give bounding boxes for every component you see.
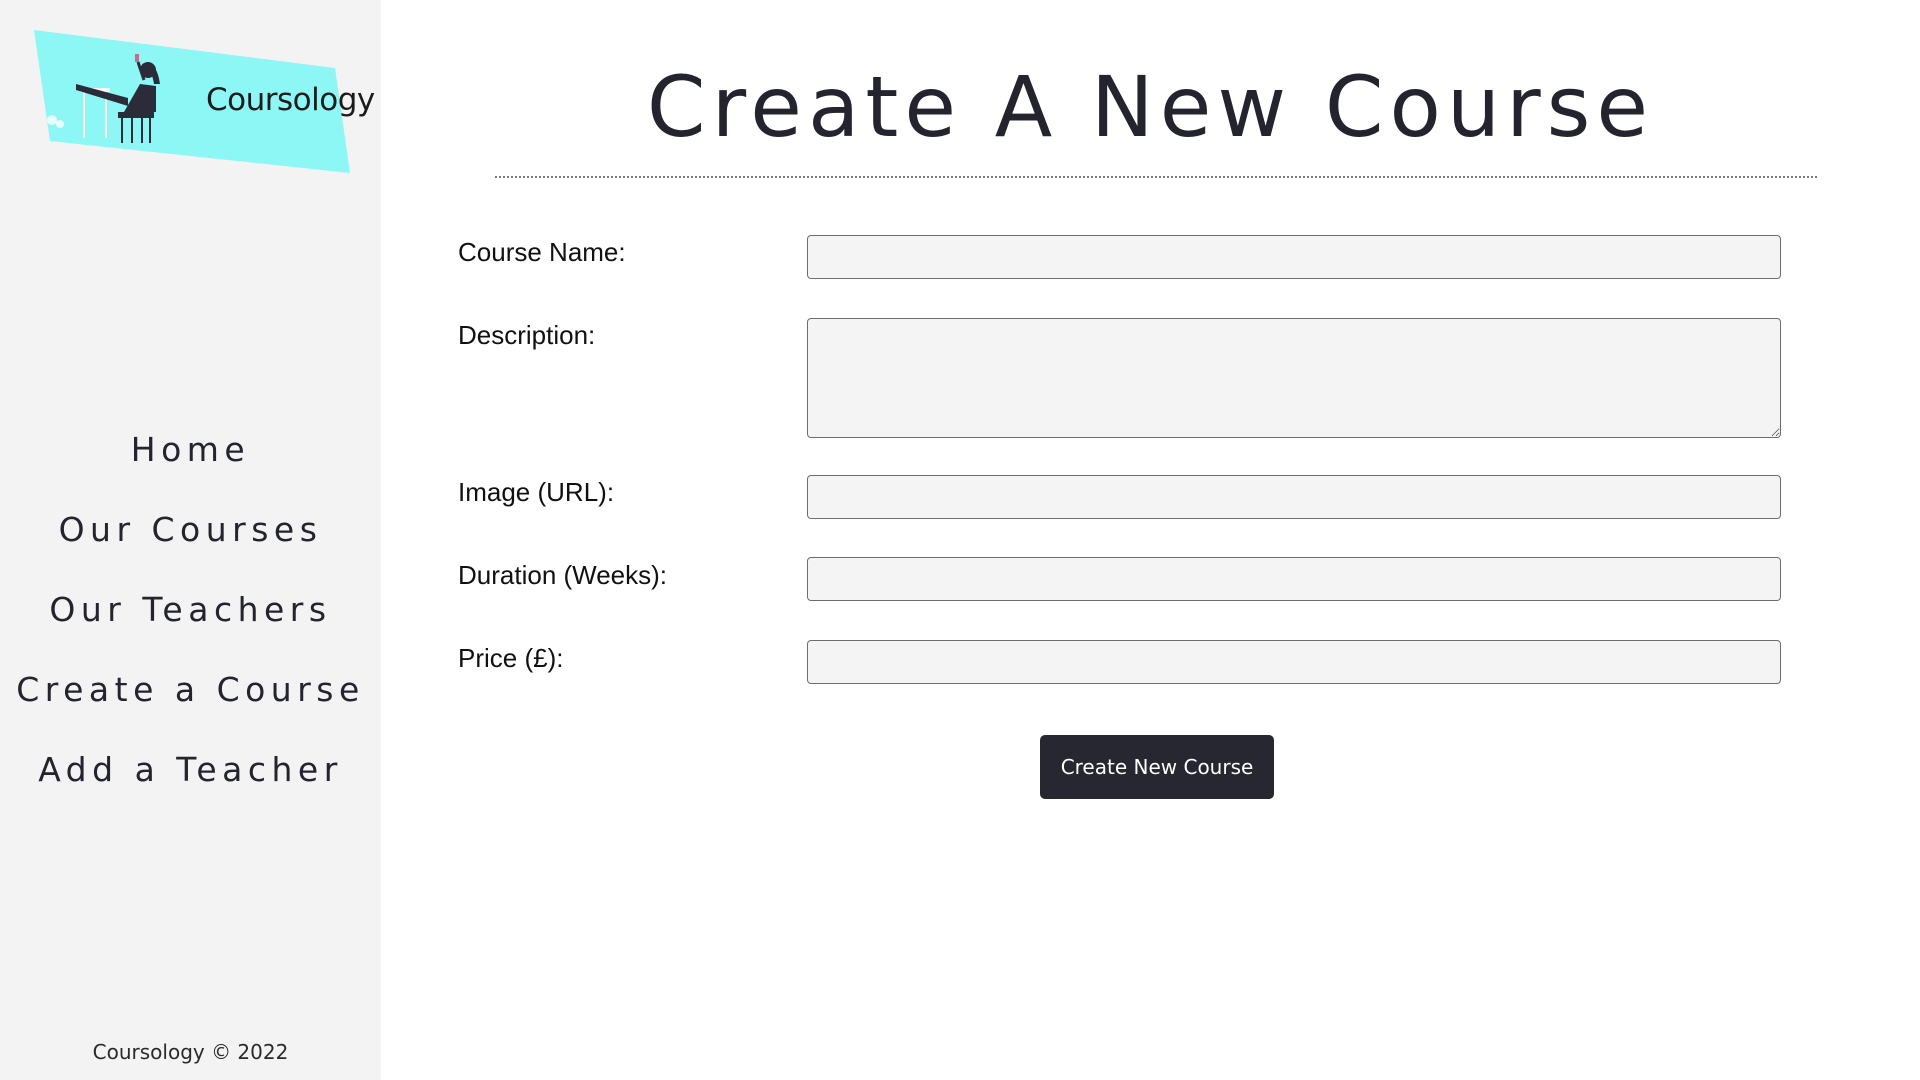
sidebar-nav: Home Our Courses Our Teachers Create a C…	[0, 420, 381, 820]
course-name-label: Course Name:	[458, 237, 626, 267]
main-content: Create A New Course Course Name: Descrip…	[381, 0, 1920, 1080]
image-url-label: Image (URL):	[458, 477, 615, 507]
description-label: Description:	[458, 320, 596, 350]
sidebar-item-our-courses[interactable]: Our Courses	[0, 500, 381, 580]
description-textarea[interactable]	[807, 318, 1781, 438]
image-url-input[interactable]	[807, 475, 1781, 519]
duration-input[interactable]	[807, 557, 1781, 601]
page-title: Create A New Course	[646, 58, 1655, 156]
create-course-button[interactable]: Create New Course	[1040, 735, 1274, 799]
brand-logo[interactable]: Coursology	[32, 28, 380, 178]
duration-label: Duration (Weeks):	[458, 560, 668, 590]
sidebar-item-our-teachers[interactable]: Our Teachers	[0, 580, 381, 660]
sidebar-item-home[interactable]: Home	[0, 420, 381, 500]
sidebar-footer: Coursology © 2022	[92, 1040, 289, 1064]
price-input[interactable]	[807, 640, 1781, 684]
sidebar: Coursology Home Our Courses Our Teachers…	[0, 0, 381, 1080]
sidebar-item-create-course[interactable]: Create a Course	[0, 660, 381, 740]
course-name-input[interactable]	[807, 235, 1781, 279]
price-label: Price (£):	[458, 643, 564, 673]
brand-name: Coursology	[206, 82, 375, 118]
sidebar-item-add-teacher[interactable]: Add a Teacher	[0, 740, 381, 820]
title-divider	[495, 176, 1817, 178]
